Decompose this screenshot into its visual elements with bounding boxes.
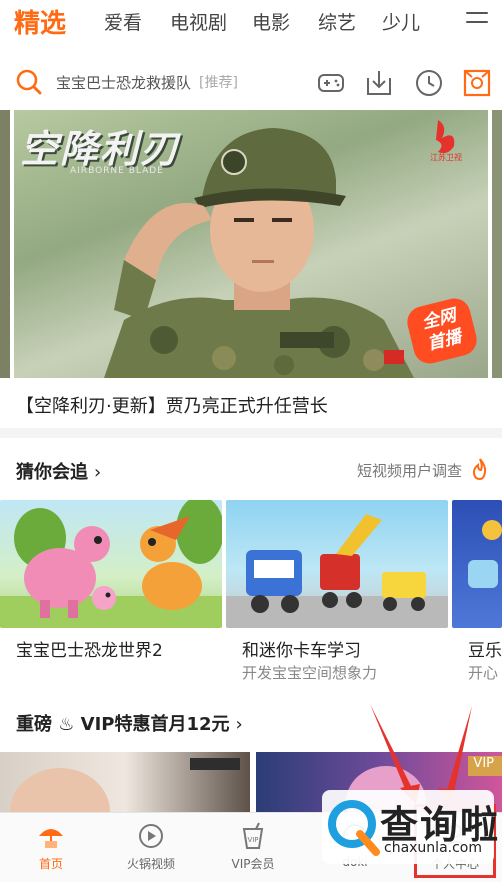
tab-aikan[interactable]: 爱看 — [104, 8, 142, 35]
hero-banner[interactable]: 空降利刃 AIRBORNE BLADE 江苏卫视 全网 首播 — [14, 110, 488, 378]
section-title-vip[interactable]: 重磅 ♨ VIP特惠首月12元 › — [16, 710, 243, 736]
tab-home[interactable]: 首页 — [6, 821, 96, 872]
download-icon[interactable] — [364, 68, 394, 98]
search-tag: [推荐] — [199, 75, 238, 91]
tab-kids[interactable]: 少儿 — [382, 8, 420, 35]
search-row: 宝宝巴士恐龙救援队 [推荐] — [0, 58, 502, 108]
section-divider — [0, 428, 502, 438]
survey-link[interactable]: 短视频用户调查 — [357, 460, 462, 481]
tab-variety[interactable]: 综艺 — [318, 8, 356, 35]
tab-hotpot-video[interactable]: 火锅视频 — [106, 821, 196, 872]
prev-banner-peek — [0, 110, 10, 378]
channel-logo-icon: 江苏卫视 — [430, 120, 462, 162]
play-circle-icon — [139, 824, 163, 848]
tab-tv-series[interactable]: 电视剧 — [170, 8, 227, 35]
home-umbrella-icon — [39, 829, 63, 848]
card-subtitle-doule: 开心 — [468, 664, 499, 682]
watermark-q-icon — [328, 800, 380, 856]
chevron-right-icon: › — [235, 714, 243, 735]
card-title-truck[interactable]: 和迷你卡车学习 — [242, 636, 361, 661]
card-dino[interactable] — [0, 500, 222, 628]
card-truck-image — [226, 514, 448, 628]
chevron-right-icon: › — [94, 462, 102, 483]
card-dino-image — [0, 500, 222, 628]
svg-text:VIP: VIP — [247, 836, 258, 844]
section-title-follow[interactable]: 猜你会追 › — [16, 458, 101, 484]
watermark: 查询啦 chaxunla.com — [322, 790, 498, 864]
tab-hotpot-label: 火锅视频 — [126, 857, 175, 871]
tab-vip-label: VIP会员 — [231, 857, 275, 871]
hero-caption[interactable]: 【空降利刃·更新】贾乃亮正式升任营长 — [16, 392, 328, 418]
card-title-doule[interactable]: 豆乐 — [468, 636, 502, 661]
tab-featured[interactable]: 精选 — [14, 3, 66, 40]
tab-movies[interactable]: 电影 — [252, 8, 290, 35]
next-banner-peek — [492, 110, 502, 378]
card-subtitle-truck: 开发宝宝空间想象力 — [242, 664, 378, 682]
gamepad-icon[interactable] — [316, 68, 346, 98]
search-query: 宝宝巴士恐龙救援队 — [56, 73, 192, 92]
top-nav: 精选 爱看 电视剧 电影 综艺 少儿 — [0, 0, 502, 46]
vip-card-1-image — [10, 758, 240, 812]
search-icon — [16, 69, 42, 95]
card-doule[interactable] — [452, 500, 502, 628]
card-title-dino[interactable]: 宝宝巴士恐龙世界2 — [16, 636, 163, 661]
search-input[interactable]: 宝宝巴士恐龙救援队 [推荐] — [14, 64, 302, 100]
flame-icon — [472, 458, 487, 480]
channel-name: 江苏卫视 — [430, 152, 462, 162]
vip-section-text: 重磅 ♨ VIP特惠首月12元 — [16, 714, 230, 735]
card-doule-image — [468, 520, 502, 588]
watermark-url: chaxunla.com — [384, 840, 482, 856]
show-logo-sub: AIRBORNE BLADE — [70, 166, 164, 176]
history-icon[interactable] — [414, 68, 444, 98]
section-title-text: 猜你会追 — [16, 462, 88, 483]
tab-vip[interactable]: VIP VIP会员 — [208, 821, 298, 872]
scan-icon[interactable] — [462, 68, 492, 98]
menu-icon[interactable] — [466, 12, 488, 32]
show-logo: 空降利刃 — [20, 127, 181, 171]
tab-home-label: 首页 — [38, 857, 63, 871]
vip-card-1[interactable] — [0, 752, 250, 812]
card-truck[interactable] — [226, 500, 448, 628]
vip-cup-icon: VIP — [242, 822, 264, 849]
